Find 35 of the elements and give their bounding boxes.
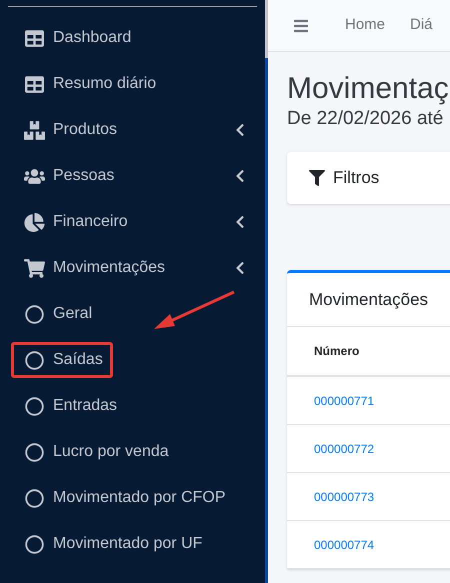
date-range: De 22/02/2026 até (287, 108, 444, 130)
sidebar-item[interactable]: Movimentações (24, 256, 235, 280)
sidebar-item[interactable]: Produtos (24, 118, 235, 142)
filter-icon (309, 170, 325, 186)
menu-icon[interactable] (293, 18, 309, 34)
pie-chart-icon (24, 212, 45, 232)
chevron-icon (235, 123, 245, 137)
sidebar-item[interactable]: Saídas (24, 348, 245, 372)
chevron-icon (235, 215, 245, 229)
column-header: Número (314, 343, 360, 360)
nav-link[interactable]: Home (345, 14, 386, 37)
cart-icon (24, 258, 45, 278)
record-link[interactable]: 000000771 (314, 392, 374, 410)
chevron-icon (235, 261, 245, 275)
record-link[interactable]: 000000772 (314, 440, 374, 458)
page-title: Movimentaç (287, 71, 450, 107)
record-link[interactable]: 000000773 (314, 488, 374, 506)
sidebar-item[interactable]: Movimentado por UF (24, 532, 245, 556)
record-link[interactable]: 000000774 (314, 536, 374, 554)
users-icon (24, 166, 45, 186)
boxes-icon (24, 120, 45, 140)
sidebar-item[interactable]: Resumo diário (24, 72, 245, 96)
card-title: Movimentações (287, 273, 450, 327)
sidebar-item[interactable]: Pessoas (24, 164, 235, 188)
sidebar-item[interactable]: Financeiro (24, 210, 235, 234)
table-icon (24, 28, 45, 48)
sidebar-item[interactable]: Dashboard (24, 26, 245, 50)
sidebar-item[interactable]: Movimentado por CFOP (24, 486, 245, 510)
sidebar-item[interactable]: Lucro por venda (24, 440, 245, 464)
sidebar-item[interactable]: Geral (24, 302, 245, 326)
filters-card[interactable]: Filtros (287, 152, 450, 204)
chevron-icon (235, 169, 245, 183)
sidebar-item[interactable]: Entradas (24, 394, 245, 418)
table-icon (24, 74, 45, 94)
nav-link[interactable]: Diá (410, 14, 433, 37)
